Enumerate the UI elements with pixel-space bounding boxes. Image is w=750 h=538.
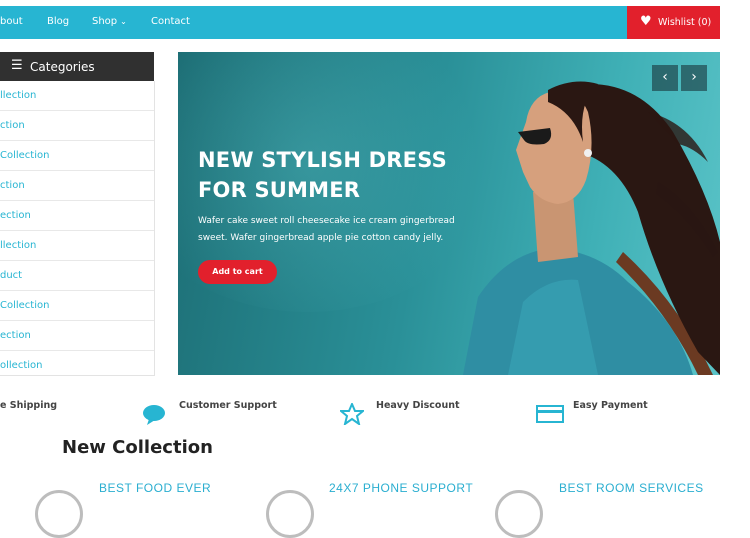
category-item[interactable]: ection — [0, 201, 154, 231]
category-label: llection — [0, 90, 37, 101]
nav-shop-link[interactable]: Shop ⌄ — [92, 16, 127, 27]
top-nav-bar: bout Blog Shop ⌄ Contact — [0, 6, 720, 39]
category-item[interactable]: Collection — [0, 291, 154, 321]
category-list: llection ction Collection ction ection l… — [0, 81, 155, 376]
credit-card-icon — [536, 405, 564, 427]
category-label: ction — [0, 180, 25, 191]
category-label: llection — [0, 240, 37, 251]
star-icon — [338, 401, 366, 429]
promo-label: BEST FOOD EVER — [99, 481, 212, 495]
wishlist-button[interactable]: ♥ Wishlist (0) — [627, 6, 720, 39]
promo-label: 24X7 PHONE SUPPORT — [329, 481, 474, 495]
heart-icon: ♥ — [640, 14, 652, 29]
category-item[interactable]: ction — [0, 111, 154, 141]
hero-title-line-1: NEW STYLISH DRESS — [198, 148, 447, 172]
category-label: ection — [0, 210, 31, 221]
nav-shop-label: Shop — [92, 16, 118, 27]
hero-title-line-2: FOR SUMMER — [198, 178, 361, 202]
hero-description: Wafer cake sweet roll cheesecake ice cre… — [198, 213, 468, 247]
hero-description-line-1: Wafer cake sweet roll cheesecake ice cre… — [198, 216, 455, 226]
category-item[interactable]: ction — [0, 171, 154, 201]
category-label: Collection — [0, 150, 50, 161]
category-label: duct — [0, 270, 23, 281]
slider-next-button[interactable]: › — [681, 65, 707, 91]
nav-about-link[interactable]: bout — [0, 16, 23, 27]
nav-blog-link[interactable]: Blog — [47, 16, 69, 27]
slider-prev-button[interactable]: ‹ — [652, 65, 678, 91]
category-item[interactable]: Collection — [0, 141, 154, 171]
category-item[interactable]: ection — [0, 321, 154, 351]
wishlist-label: Wishlist (0) — [658, 17, 712, 28]
chat-bubble-icon — [143, 403, 167, 429]
nav-contact-link[interactable]: Contact — [151, 16, 190, 27]
promo-icon-circle — [495, 490, 543, 538]
feature-customer-support: Customer Support — [179, 400, 277, 411]
promo-icon-circle — [266, 490, 314, 538]
hero-slider: NEW STYLISH DRESS FOR SUMMER Wafer cake … — [178, 52, 720, 375]
chevron-down-icon: ⌄ — [120, 17, 127, 26]
category-label: Collection — [0, 300, 50, 311]
feature-easy-payment: Easy Payment — [573, 400, 648, 411]
promo-icon-circle — [35, 490, 83, 538]
category-item[interactable]: llection — [0, 81, 154, 111]
add-to-cart-button[interactable]: Add to cart — [198, 260, 277, 284]
categories-header[interactable]: ☰ Categories — [0, 52, 154, 81]
hero-description-line-2: sweet. Wafer gingerbread apple pie cotto… — [198, 233, 444, 243]
section-title-new-collection: New Collection — [62, 437, 213, 458]
menu-icon: ☰ — [11, 58, 23, 73]
category-label: ection — [0, 330, 31, 341]
chevron-right-icon: › — [691, 69, 697, 85]
categories-title: Categories — [30, 60, 95, 74]
category-item[interactable]: llection — [0, 231, 154, 261]
category-label: ction — [0, 120, 25, 131]
feature-free-shipping: e Shipping — [0, 400, 58, 411]
promo-label: BEST ROOM SERVICES — [559, 481, 704, 495]
chevron-left-icon: ‹ — [662, 69, 668, 85]
category-item[interactable]: duct — [0, 261, 154, 291]
hero-title: NEW STYLISH DRESS FOR SUMMER — [198, 145, 458, 205]
category-label: ollection — [0, 360, 43, 371]
feature-heavy-discount: Heavy Discount — [376, 400, 460, 411]
category-item[interactable]: ollection — [0, 351, 154, 380]
